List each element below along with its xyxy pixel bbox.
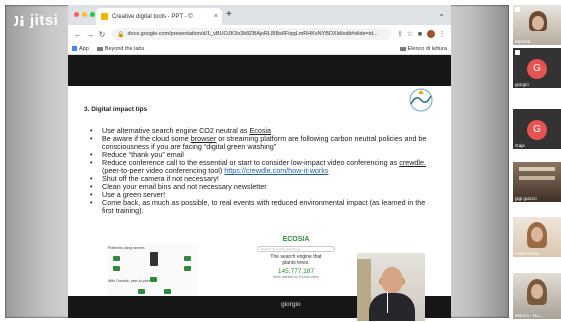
participants-filmstrip: Merima G giorgio G Gaja gigi guizzo Hana… — [513, 5, 561, 322]
participant-tile-hana[interactable]: Hana (Uma... — [513, 217, 561, 257]
participant-tile-gaja[interactable]: G Gaja — [513, 109, 561, 149]
slide-title: 3. Digital impact tips — [84, 106, 147, 113]
address-url: docs.google.com/presentation/d/1_vBUOJK3… — [127, 31, 378, 37]
ecosia-screenshot: ECOSIA Search the web to plant trees... … — [241, 234, 351, 296]
presenter-name-label: giorgio — [281, 301, 301, 308]
bookmark-item[interactable]: Beyond the labs — [96, 45, 145, 52]
diagram-label-bottom: With Crewdle, peer-to-peer — [108, 279, 151, 283]
participant-tile-gigi-guizzo[interactable]: gigi guizzo — [513, 162, 561, 202]
node-icon — [164, 289, 171, 294]
address-bar[interactable]: 🔒 docs.google.com/presentation/d/1_vBUOJ… — [112, 28, 391, 40]
tab-title: Creative digital tools - PPT - © — [112, 13, 193, 20]
menu-kebab-icon[interactable]: ⋮ — [437, 30, 447, 38]
back-arrow-icon[interactable]: ← — [72, 30, 84, 39]
mic-muted-icon — [515, 7, 520, 12]
avatar: G — [527, 120, 547, 140]
star-icon[interactable]: ☆ — [405, 30, 415, 38]
extensions-icon[interactable]: ■ — [415, 31, 425, 38]
maximize-window-icon[interactable] — [90, 12, 95, 17]
profile-avatar-icon[interactable] — [427, 30, 435, 38]
participant-face — [531, 227, 543, 242]
bookshelf — [519, 176, 555, 180]
participant-face — [531, 284, 543, 299]
reading-list[interactable]: Elenco di lettura — [399, 45, 447, 52]
forward-arrow-icon[interactable]: → — [84, 30, 96, 39]
participant-name: Hana (Uma... — [515, 251, 543, 256]
participant-tile-merima[interactable]: Merima — [513, 5, 561, 45]
slide-number: 3. — [84, 106, 90, 113]
participant-tile-manca[interactable]: Manca - Hu... — [513, 273, 561, 319]
participant-face — [532, 16, 544, 30]
node-icon — [138, 289, 145, 294]
tab-close-icon[interactable]: × — [214, 13, 218, 20]
jitsi-logo: jitsi — [12, 12, 58, 29]
list-item: Be aware if the cloud some browser or st… — [88, 135, 428, 151]
peer-to-peer-diagram: Platforms using servers With Crewdle, pe… — [108, 244, 198, 296]
browser-tab-active[interactable]: Creative digital tools - PPT - © × — [96, 8, 222, 25]
server-icon — [150, 252, 158, 266]
list-item: Come back, as much as possible, to real … — [88, 199, 428, 215]
slides-favicon-icon — [101, 13, 108, 20]
presenter-face — [381, 267, 403, 294]
participant-name: Gaja — [515, 143, 525, 148]
lock-icon: 🔒 — [117, 31, 125, 38]
participant-name: Merima — [515, 39, 531, 44]
participant-tile-giorgio[interactable]: G giorgio — [513, 48, 561, 88]
node-icon — [150, 277, 157, 282]
reading-list-icon — [399, 46, 406, 51]
jitsi-logo-text: jitsi — [30, 12, 59, 29]
reload-icon[interactable]: ↻ — [96, 30, 108, 39]
bookmark-apps-label: App — [79, 45, 89, 52]
node-icon — [113, 256, 120, 261]
list-item: Reduce conference call to the essential … — [88, 159, 428, 175]
browser-toolbar: ← → ↻ 🔒 docs.google.com/presentation/d/1… — [68, 25, 451, 43]
participant-name: Manca - Hu... — [515, 313, 543, 318]
bookmarks-bar: App Beyond the labs Elenco di lettura — [68, 43, 451, 55]
participant-name: giorgio — [515, 82, 529, 87]
presenter-camera-view — [357, 253, 425, 321]
minimize-window-icon[interactable] — [82, 12, 87, 17]
participant-name: gigi guizzo — [515, 196, 537, 201]
reading-list-label: Elenco di lettura — [407, 45, 447, 52]
new-tab-button[interactable]: + — [226, 9, 232, 20]
earphone-wire — [387, 291, 388, 313]
crewdle-url-link[interactable]: https://crewdle.com/how-it-works — [224, 166, 328, 175]
node-icon — [184, 256, 191, 261]
share-icon[interactable]: ⇧ — [395, 30, 405, 38]
tab-search-chevron-icon[interactable]: ⌄ — [438, 9, 445, 18]
close-window-icon[interactable] — [74, 12, 79, 17]
ecosia-brand: ECOSIA — [282, 236, 310, 243]
node-icon — [184, 266, 191, 271]
ecosia-search-bar: Search the web to plant trees... — [257, 246, 335, 252]
crewdle-link[interactable]: crewdle. — [399, 158, 426, 167]
bookmark-item-label: Beyond the labs — [104, 45, 145, 52]
apps-grid-icon — [72, 46, 77, 51]
ecosia-tagline-2: plants trees. — [282, 259, 310, 266]
ecosia-count-caption: trees planted by Ecosia users — [273, 275, 319, 279]
tips-list: Use alternative search engine CO2 neutra… — [88, 127, 428, 215]
presenter-background-left — [5, 5, 77, 318]
avatar: G — [527, 59, 547, 79]
mic-muted-icon — [515, 50, 520, 55]
window-controls — [74, 12, 95, 17]
jitsi-meeting-window: jitsi Creative digital tools - PPT - © ×… — [0, 0, 561, 322]
diagram-label-top: Platforms using servers — [108, 246, 145, 250]
node-icon — [113, 266, 120, 271]
bookmark-apps[interactable]: App — [72, 46, 89, 52]
folder-icon — [96, 46, 103, 51]
presenter-body — [369, 293, 415, 321]
browser-tab-strip: Creative digital tools - PPT - © × + ⌄ — [68, 5, 451, 25]
slide-title-text: Digital impact tips — [91, 106, 148, 113]
jitsi-logo-icon — [14, 15, 24, 26]
ecosia-tree-count: 145,777,187 — [277, 268, 315, 275]
bookshelf — [519, 167, 555, 171]
project-logo-icon — [409, 88, 433, 112]
